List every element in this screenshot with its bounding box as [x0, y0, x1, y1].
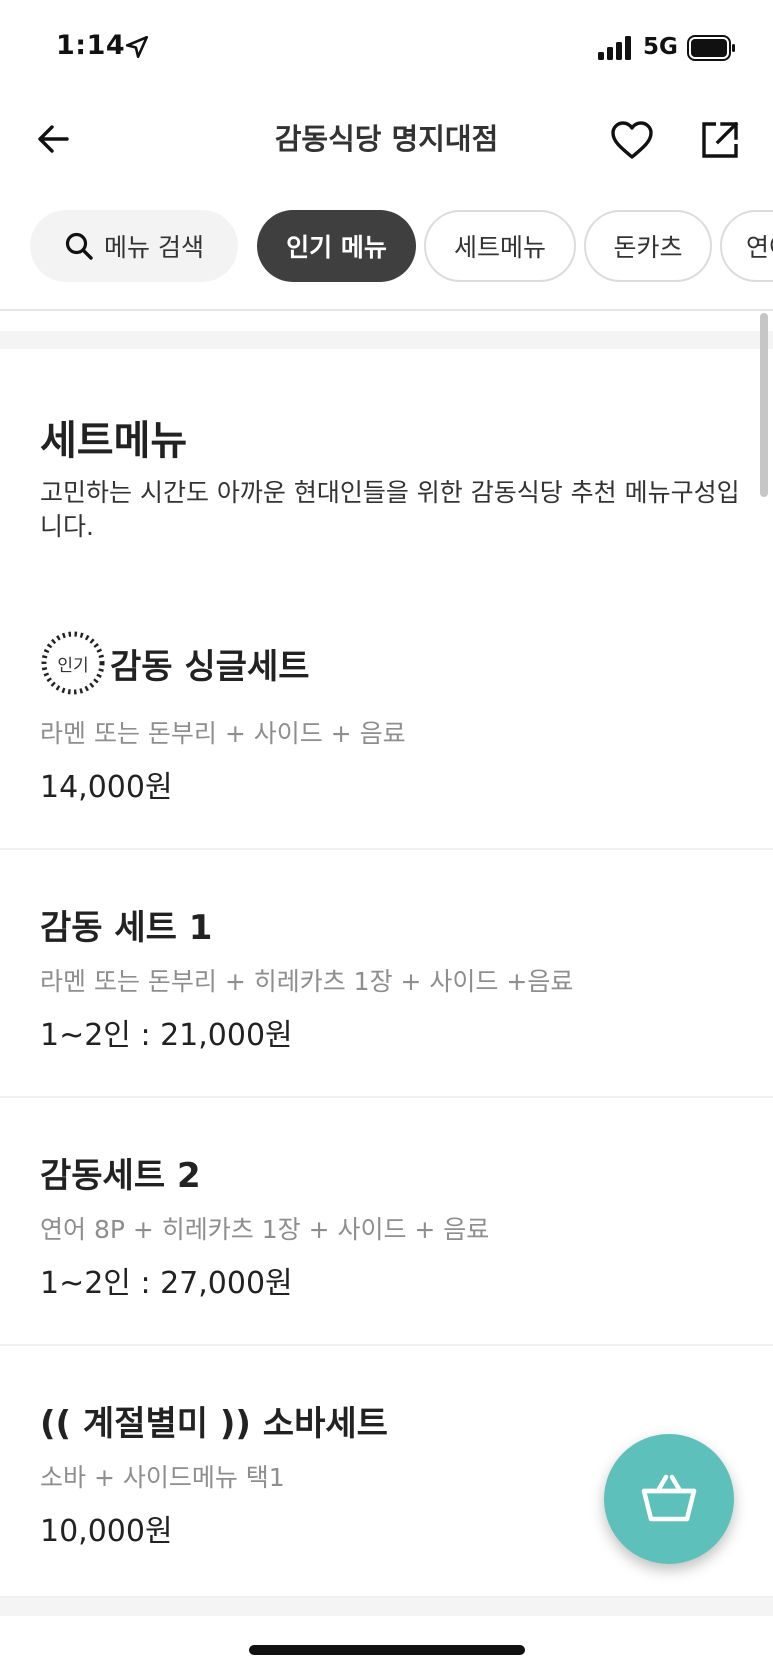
menu-item[interactable]: 인기 감동 싱글세트 라멘 또는 돈부리 + 사이드 + 음료 14,000원: [0, 600, 773, 850]
heart-icon: [611, 121, 653, 159]
menu-item-title-row: (( 계절별미 )) 소바세트: [40, 1396, 388, 1445]
share-icon: [702, 121, 739, 158]
location-arrow-icon: [125, 35, 149, 59]
category-tabs: 메뉴 검색 인기 메뉴 세트메뉴 돈카츠 연어: [0, 206, 773, 282]
menu-item-price: 10,000원: [40, 1514, 173, 1549]
basket-icon: [641, 1474, 697, 1522]
tab-donkatsu[interactable]: 돈카츠: [584, 210, 712, 282]
divider: [0, 309, 773, 311]
network-label: 5G: [643, 34, 678, 60]
menu-item-title-row: 감동세트 2: [40, 1148, 201, 1197]
tab-set-menu[interactable]: 세트메뉴: [424, 210, 576, 282]
menu-item-name: 감동 싱글세트: [110, 646, 310, 687]
popular-badge: 인기: [40, 630, 106, 696]
menu-item-description: 연어 8P + 히레카츠 1장 + 사이드 + 음료: [40, 1215, 490, 1244]
favorite-button[interactable]: [604, 112, 660, 168]
menu-item-name: (( 계절별미 )) 소바세트: [40, 1404, 388, 1444]
section-separator: [0, 331, 773, 349]
menu-item-description: 라멘 또는 돈부리 + 사이드 + 음료: [40, 719, 406, 748]
app-header: 감동식당 명지대점: [0, 96, 773, 196]
menu-item-description: 라멘 또는 돈부리 + 히레카츠 1장 + 사이드 +음료: [40, 967, 574, 996]
section-title: 세트메뉴: [40, 418, 188, 464]
section-description: 고민하는 시간도 아까운 현대인들을 위한 감동식당 추천 메뉴구성입니다.: [40, 478, 740, 541]
menu-item-price: 14,000원: [40, 770, 173, 805]
section-separator: [0, 1598, 773, 1616]
cart-button[interactable]: [604, 1434, 734, 1564]
search-icon: [65, 232, 93, 260]
menu-item-name: 감동세트 2: [40, 1156, 201, 1196]
menu-item-title-row: 인기 감동 싱글세트: [40, 630, 310, 696]
menu-search-label: 메뉴 검색: [104, 233, 204, 262]
share-button[interactable]: [692, 112, 748, 168]
menu-item-price: 1~2인 : 27,000원: [40, 1266, 293, 1301]
signal-icon: [598, 36, 631, 60]
popular-badge-label: 인기: [57, 655, 89, 676]
menu-item-description: 소바 + 사이드메뉴 택1: [40, 1463, 285, 1492]
tab-popular-menu[interactable]: 인기 메뉴: [257, 210, 416, 282]
menu-item-price: 1~2인 : 21,000원: [40, 1018, 293, 1053]
status-time: 1:14: [56, 30, 126, 61]
menu-search-button[interactable]: 메뉴 검색: [30, 210, 238, 282]
menu-item-title-row: 감동 세트 1: [40, 900, 212, 949]
scrollbar[interactable]: [760, 313, 768, 497]
battery-icon: [687, 35, 735, 61]
menu-item[interactable]: 감동세트 2 연어 8P + 히레카츠 1장 + 사이드 + 음료 1~2인 :…: [0, 1098, 773, 1346]
status-bar: 1:14 5G: [0, 0, 773, 96]
menu-item[interactable]: 감동 세트 1 라멘 또는 돈부리 + 히레카츠 1장 + 사이드 +음료 1~…: [0, 850, 773, 1098]
home-indicator: [249, 1645, 525, 1655]
tab-salmon[interactable]: 연어: [720, 210, 773, 282]
menu-item-name: 감동 세트 1: [40, 908, 213, 948]
